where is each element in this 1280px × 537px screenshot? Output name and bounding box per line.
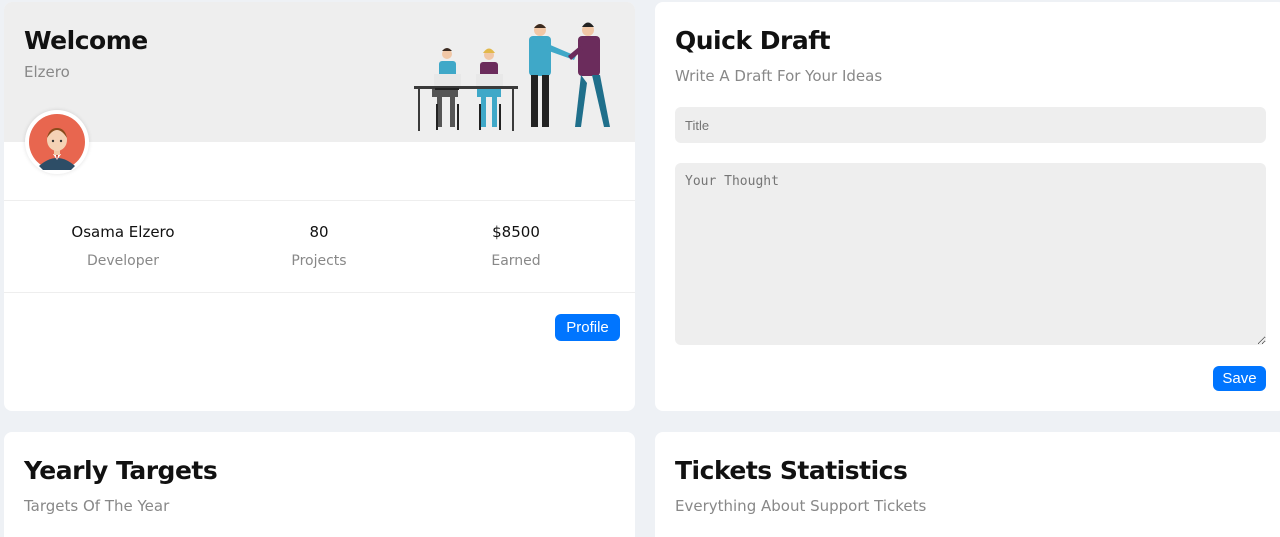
stat-projects: 80 Projects <box>229 223 409 269</box>
stat-earned: $8500 Earned <box>426 223 606 269</box>
stat-label: Earned <box>491 253 541 269</box>
card-title: Tickets Statistics <box>675 456 908 485</box>
team-illustration <box>414 22 610 131</box>
welcome-subtitle: Elzero <box>24 63 70 81</box>
stat-name: Osama Elzero Developer <box>33 223 213 269</box>
profile-button[interactable]: Profile <box>555 314 620 341</box>
welcome-title: Welcome <box>24 26 148 55</box>
card-subtitle: Write A Draft For Your Ideas <box>675 67 883 85</box>
card-subtitle: Targets Of The Year <box>24 497 170 515</box>
save-button[interactable]: Save <box>1213 366 1266 391</box>
welcome-header: Welcome Elzero <box>4 2 635 142</box>
thought-textarea[interactable] <box>675 163 1266 345</box>
tickets-statistics-card: Tickets Statistics Everything About Supp… <box>655 432 1280 537</box>
card-title: Yearly Targets <box>24 456 218 485</box>
divider <box>4 292 635 293</box>
avatar <box>25 110 89 174</box>
stat-label: Developer <box>86 253 159 269</box>
stat-label: Projects <box>291 253 347 269</box>
stat-value: Osama Elzero <box>71 223 175 241</box>
stat-value: 80 <box>309 223 329 241</box>
title-input[interactable] <box>675 107 1266 143</box>
card-subtitle: Everything About Support Tickets <box>675 497 927 515</box>
divider <box>4 200 635 201</box>
stat-value: $8500 <box>492 223 540 241</box>
quick-draft-card: Quick Draft Write A Draft For Your Ideas… <box>655 2 1280 411</box>
welcome-card: Welcome Elzero Osama Elzero Developer 80… <box>4 2 635 411</box>
card-title: Quick Draft <box>675 26 831 55</box>
yearly-targets-card: Yearly Targets Targets Of The Year <box>4 432 635 537</box>
